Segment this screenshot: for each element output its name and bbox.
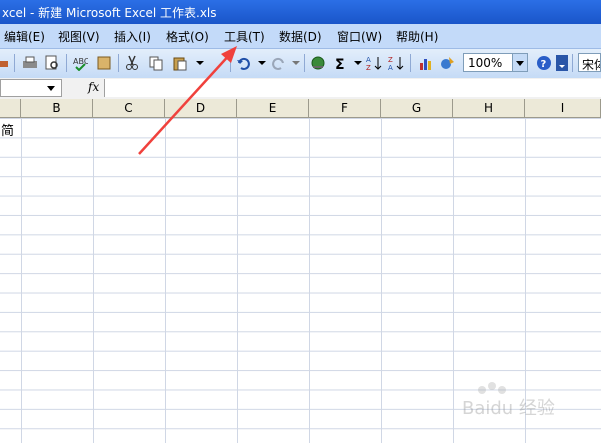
baidu-watermark: Baidu 经验 (462, 380, 582, 420)
annotation-arrow (138, 46, 237, 155)
watermark-text: Baidu 经验 (462, 398, 555, 419)
